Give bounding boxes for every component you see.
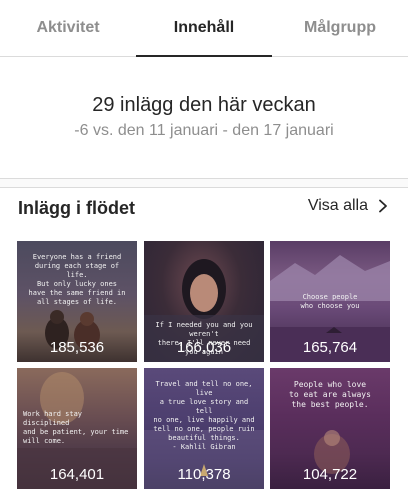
post-caption: Work hard stay disciplined and be patien… <box>23 410 129 445</box>
chevron-right-icon <box>379 199 387 213</box>
feed-post-thumbnail[interactable]: People who love to eat are always the be… <box>270 368 390 489</box>
see-all-label: Visa alla <box>307 197 368 214</box>
feed-post-thumbnail[interactable]: Choose people who choose you 165,764 <box>270 241 390 362</box>
feed-post-thumbnail[interactable]: Travel and tell no one, live a true love… <box>144 368 264 489</box>
feed-post-thumbnail[interactable]: If I needed you and you weren't there, I… <box>144 241 264 362</box>
post-caption: People who love to eat are always the be… <box>289 380 371 409</box>
weekly-summary: 29 inlägg den här veckan -6 vs. den 11 j… <box>0 57 408 179</box>
posts-this-week: 29 inlägg den här veckan <box>92 94 316 116</box>
post-caption: Choose people who choose you <box>300 293 360 310</box>
post-caption: Everyone has a friend during each stage … <box>28 253 126 306</box>
post-impressions: 185,536 <box>49 339 105 356</box>
post-impressions: 166,036 <box>176 339 232 356</box>
post-impressions: 104,722 <box>302 466 358 483</box>
feed-section-title: Inlägg i flödet <box>18 198 135 218</box>
feed-post-thumbnail[interactable]: Work hard stay disciplined and be patien… <box>17 368 137 489</box>
post-caption: Travel and tell no one, live a true love… <box>153 380 255 451</box>
tab-innehall[interactable]: Innehåll <box>136 0 272 57</box>
feed-header: Inlägg i flödet Visa alla <box>0 188 408 228</box>
section-divider <box>0 179 408 188</box>
tab-aktivitet[interactable]: Aktivitet <box>0 0 136 56</box>
feed-post-thumbnail[interactable]: Everyone has a friend during each stage … <box>17 241 137 362</box>
post-impressions: 110,378 <box>177 466 231 483</box>
post-impressions: 165,764 <box>302 339 358 356</box>
tab-bar: Aktivitet Innehåll Målgrupp <box>0 0 408 57</box>
see-all-link[interactable]: Visa alla <box>308 197 390 215</box>
post-impressions: 164,401 <box>49 466 105 483</box>
tab-malgrupp[interactable]: Målgrupp <box>272 0 408 56</box>
posts-comparison: -6 vs. den 11 januari - den 17 januari <box>74 122 334 139</box>
